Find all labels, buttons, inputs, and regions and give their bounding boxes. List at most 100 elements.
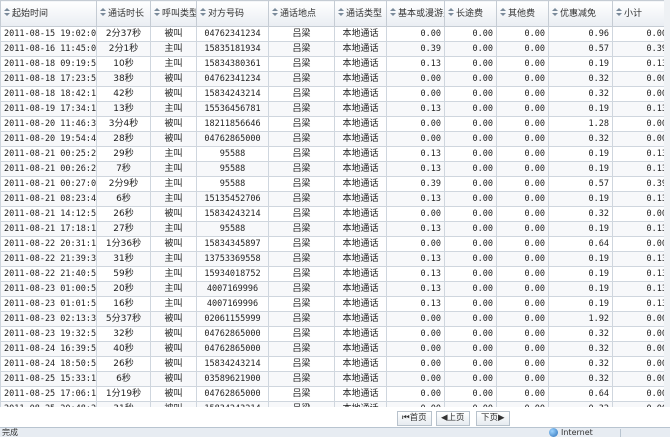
cell-other-number: 13753369558 — [196, 251, 269, 267]
cell-start-time: 2011-08-18 09:19:57 — [0, 56, 97, 72]
cell-discount: 0.32 — [548, 356, 613, 372]
table-row: 2011-08-22 21:39:34 31秒 主叫 13753369558 吕梁 本地通… — [0, 251, 670, 267]
cell-subtotal: 0.13 — [612, 56, 670, 72]
cell-basic-roaming-fee: 0.13 — [386, 56, 445, 72]
column-header-start-time[interactable]: 起始时间 — [0, 0, 97, 27]
cell-long-distance-fee: 0.00 — [444, 266, 497, 282]
cell-duration: 40秒 — [96, 341, 151, 357]
cell-duration: 6秒 — [96, 371, 151, 387]
column-header-other-number[interactable]: 对方号码 — [196, 0, 269, 27]
cell-discount: 0.32 — [548, 71, 613, 87]
cell-communication-type: 本地通话 — [334, 386, 387, 402]
cell-call-type: 主叫 — [150, 101, 197, 117]
cell-other-number: 18211856646 — [196, 116, 269, 132]
cell-duration: 16秒 — [96, 296, 151, 312]
cell-other-fee: 0.00 — [496, 71, 549, 87]
cell-basic-roaming-fee: 0.00 — [386, 356, 445, 372]
cell-duration: 31秒 — [96, 251, 151, 267]
cell-discount: 0.64 — [548, 386, 613, 402]
cell-subtotal: 0.00 — [612, 26, 670, 42]
cell-start-time: 2011-08-20 19:54:40 — [0, 131, 97, 147]
cell-duration: 2分37秒 — [96, 26, 151, 42]
cell-other-fee: 0.00 — [496, 281, 549, 297]
cell-subtotal: 0.00 — [612, 311, 670, 327]
cell-basic-roaming-fee: 0.00 — [386, 131, 445, 147]
table-row: 2011-08-18 09:19:57 10秒 主叫 15834380361 吕梁 本地通… — [0, 56, 670, 72]
cell-discount: 0.32 — [548, 206, 613, 222]
cell-subtotal: 0.13 — [612, 296, 670, 312]
cell-basic-roaming-fee: 0.13 — [386, 251, 445, 267]
next-page-icon: ▶ — [498, 413, 505, 423]
cell-other-fee: 0.00 — [496, 236, 549, 252]
cell-communication-type: 本地通话 — [334, 311, 387, 327]
table-row: 2011-08-23 19:32:58 32秒 被叫 04762865000 吕梁 本地通… — [0, 326, 670, 342]
cell-call-type: 被叫 — [150, 371, 197, 387]
cell-long-distance-fee: 0.00 — [444, 176, 497, 192]
cell-basic-roaming-fee: 0.00 — [386, 341, 445, 357]
cell-communication-type: 本地通话 — [334, 341, 387, 357]
vertical-scrollbar[interactable] — [664, 0, 670, 427]
cell-basic-roaming-fee: 0.13 — [386, 221, 445, 237]
cell-call-type: 主叫 — [150, 191, 197, 207]
cell-long-distance-fee: 0.00 — [444, 161, 497, 177]
sort-icon — [4, 7, 11, 17]
cell-other-number: 95588 — [196, 161, 269, 177]
cell-discount: 0.19 — [548, 161, 613, 177]
column-header-discount[interactable]: 优惠减免 — [548, 0, 613, 27]
table-row: 2011-08-21 14:12:59 26秒 被叫 15834243214 吕梁 本地通… — [0, 206, 670, 222]
cell-start-time: 2011-08-24 16:39:50 — [0, 341, 97, 357]
cell-long-distance-fee: 0.00 — [444, 71, 497, 87]
column-header-location[interactable]: 通话地点 — [268, 0, 335, 27]
cell-other-number: 04762865000 — [196, 341, 269, 357]
cell-other-fee: 0.00 — [496, 266, 549, 282]
cell-call-type: 被叫 — [150, 131, 197, 147]
cell-duration: 29秒 — [96, 146, 151, 162]
column-header-subtotal[interactable]: 小计 — [612, 0, 670, 27]
column-header-communication-type[interactable]: 通话类型 — [334, 0, 387, 27]
cell-location: 吕梁 — [268, 146, 335, 162]
cell-basic-roaming-fee: 0.13 — [386, 281, 445, 297]
cell-discount: 0.32 — [548, 86, 613, 102]
cell-duration: 42秒 — [96, 86, 151, 102]
column-header-call-type[interactable]: 呼叫类型 — [150, 0, 197, 27]
cell-call-type: 主叫 — [150, 251, 197, 267]
cell-communication-type: 本地通话 — [334, 236, 387, 252]
cell-call-type: 被叫 — [150, 356, 197, 372]
sort-icon — [272, 7, 279, 17]
next-page-button[interactable]: 下页▶ — [476, 411, 510, 426]
cell-subtotal: 0.00 — [612, 206, 670, 222]
cell-start-time: 2011-08-21 00:27:02 — [0, 176, 97, 192]
column-header-duration[interactable]: 通话时长 — [96, 0, 151, 27]
column-header-long-distance-fee[interactable]: 长途费 — [444, 0, 497, 27]
column-header-label: 通话地点 — [280, 8, 317, 19]
cell-call-type: 被叫 — [150, 116, 197, 132]
cell-discount: 0.19 — [548, 191, 613, 207]
cell-other-number: 04762341234 — [196, 26, 269, 42]
cell-communication-type: 本地通话 — [334, 41, 387, 57]
column-header-other-fee[interactable]: 其他费 — [496, 0, 549, 27]
cell-other-fee: 0.00 — [496, 176, 549, 192]
cell-call-type: 主叫 — [150, 281, 197, 297]
cell-other-number: 04762865000 — [196, 326, 269, 342]
cell-start-time: 2011-08-21 00:26:21 — [0, 161, 97, 177]
column-header-label: 长途费 — [456, 8, 484, 19]
sort-icon — [100, 7, 107, 17]
cell-other-number: 03589621900 — [196, 371, 269, 387]
cell-discount: 0.19 — [548, 281, 613, 297]
cell-subtotal: 0.13 — [612, 161, 670, 177]
cell-start-time: 2011-08-20 11:46:37 — [0, 116, 97, 132]
cell-communication-type: 本地通话 — [334, 176, 387, 192]
cell-basic-roaming-fee: 0.00 — [386, 26, 445, 42]
first-page-button[interactable]: ⏮首页 — [397, 411, 432, 426]
column-header-label: 通话类型 — [346, 8, 383, 19]
table-row: 2011-08-24 16:39:50 40秒 被叫 04762865000 吕梁 本地通… — [0, 341, 670, 357]
cell-discount: 0.57 — [548, 176, 613, 192]
prev-page-button[interactable]: ◀上页 — [436, 411, 470, 426]
cell-start-time: 2011-08-21 17:18:10 — [0, 221, 97, 237]
column-header-basic-roaming-fee[interactable]: 基本或漫游费 — [386, 0, 445, 27]
cell-other-number: 15536456781 — [196, 101, 269, 117]
cell-start-time: 2011-08-21 00:25:23 — [0, 146, 97, 162]
cell-subtotal: 0.00 — [612, 86, 670, 102]
cell-call-type: 被叫 — [150, 86, 197, 102]
cell-other-number: 04762865000 — [196, 131, 269, 147]
